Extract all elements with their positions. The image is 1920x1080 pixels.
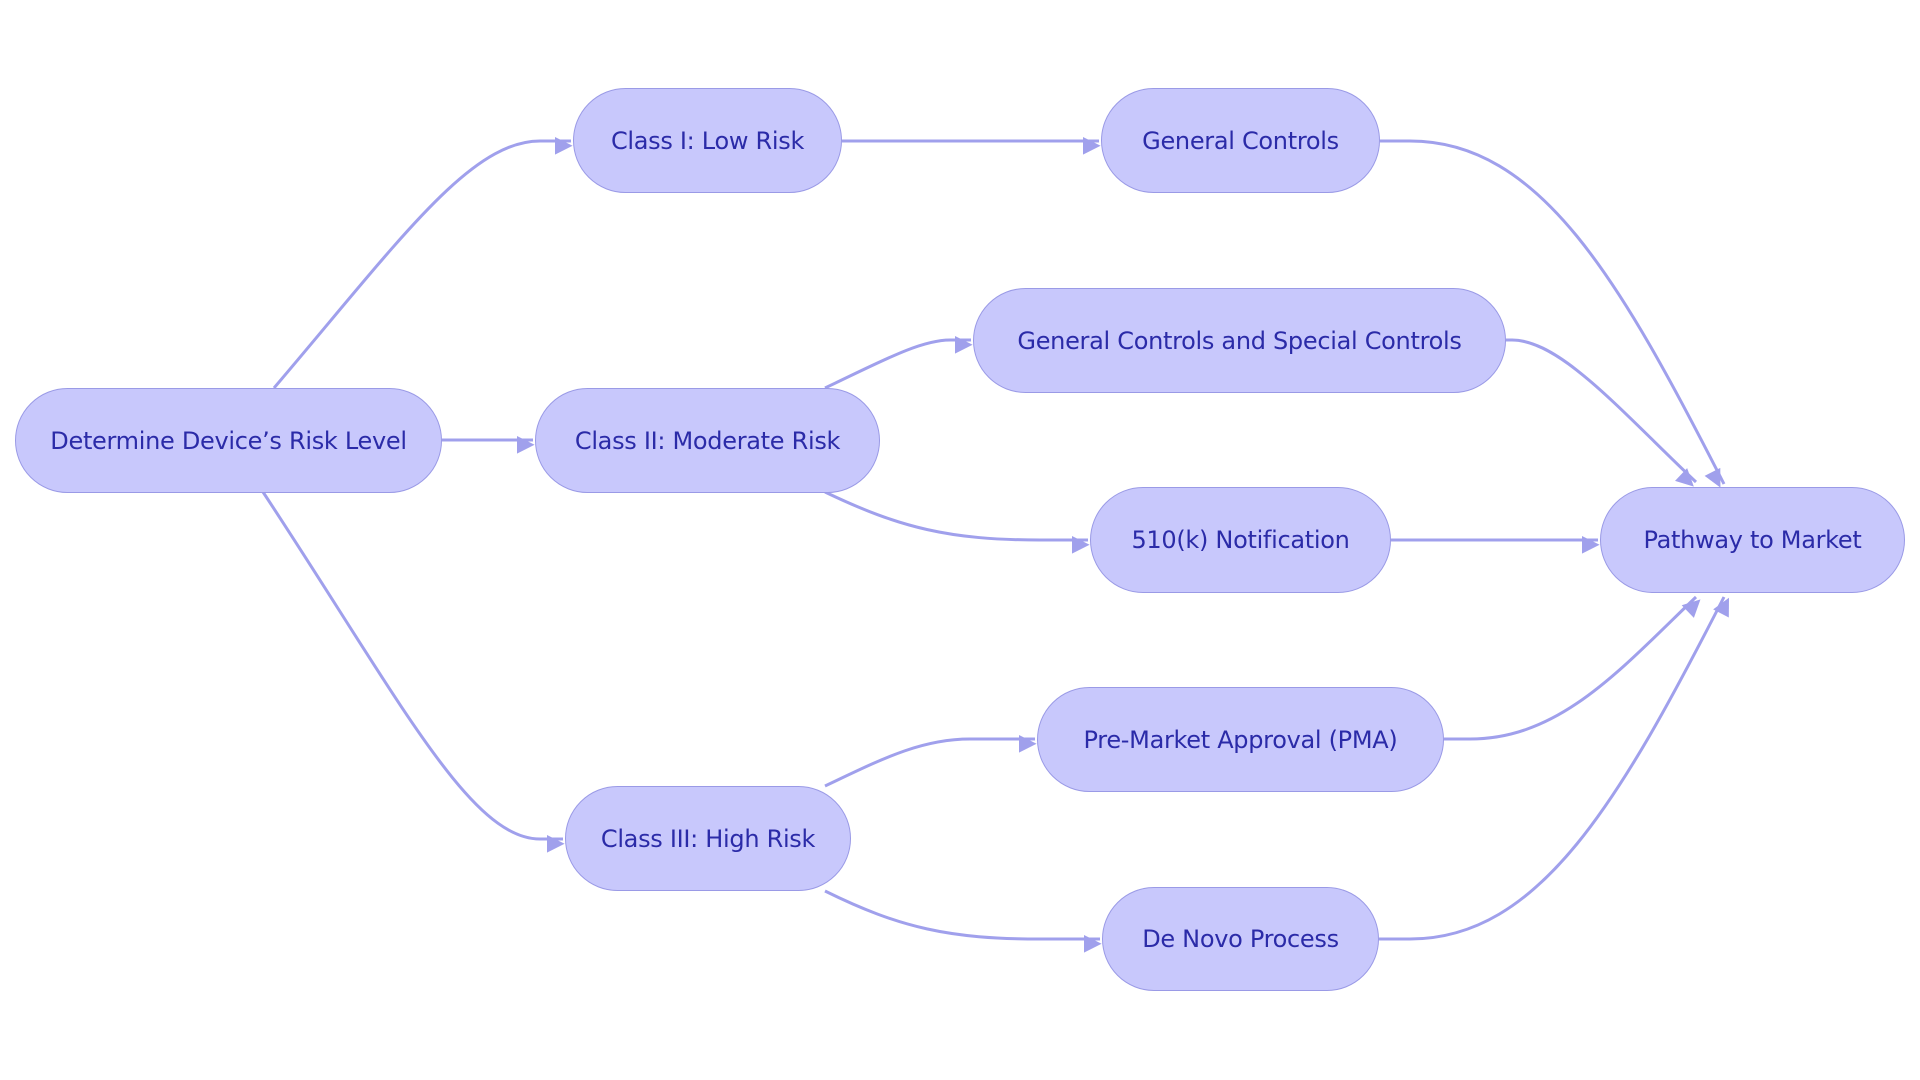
edge-class3-pma <box>824 735 1037 788</box>
node-class-1: Class I: Low Risk <box>573 88 842 193</box>
node-general-controls: General Controls <box>1101 88 1380 193</box>
edge-class2-general-special <box>824 336 973 390</box>
node-general-and-special-controls: General Controls and Special Controls <box>973 288 1506 393</box>
edge-class3-denovo <box>824 889 1102 953</box>
edge-determine-class3 <box>261 491 565 853</box>
node-de-novo: De Novo Process <box>1102 887 1379 991</box>
node-pathway-to-market: Pathway to Market <box>1600 487 1905 593</box>
node-determine-risk-level: Determine Device’s Risk Level <box>15 388 442 493</box>
edge-determine-class1 <box>272 137 573 389</box>
node-pma: Pre-Market Approval (PMA) <box>1037 687 1444 792</box>
node-class-2: Class II: Moderate Risk <box>535 388 880 493</box>
node-510k-notification: 510(k) Notification <box>1090 487 1391 593</box>
node-class-3: Class III: High Risk <box>565 786 851 891</box>
edge-class2-510k <box>824 490 1090 554</box>
edge-general-special-pathway <box>1506 338 1698 487</box>
